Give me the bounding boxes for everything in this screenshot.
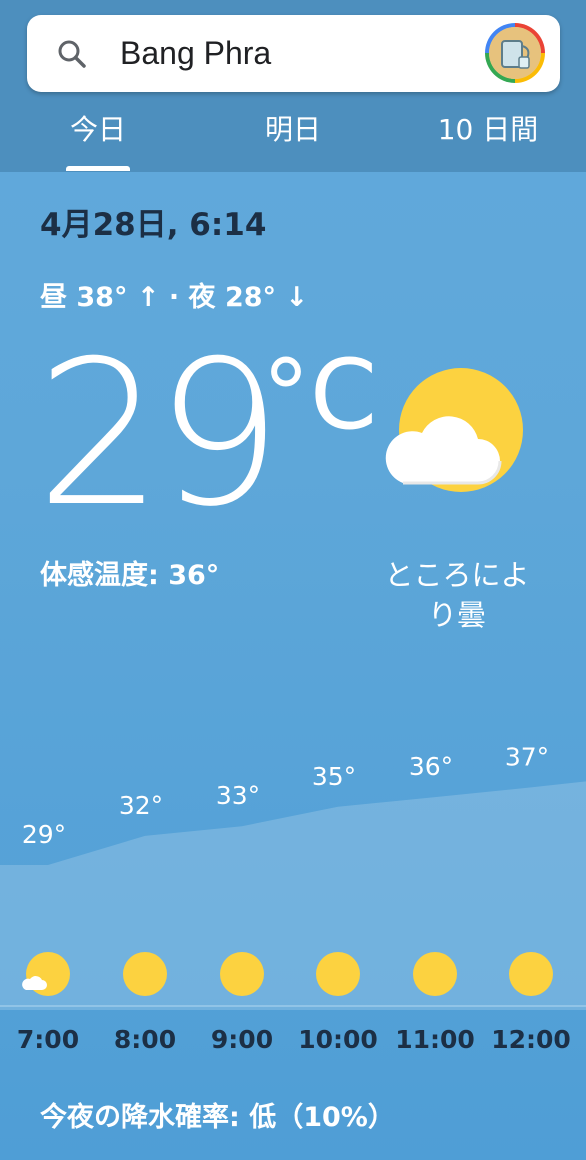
hourly-temp-label: 32°: [119, 791, 163, 820]
feels-like-label: 体感温度:: [40, 560, 159, 591]
top-bar: Bang Phra 今日 明日 10 日間: [0, 0, 586, 172]
hourly-time-label: 9:00: [211, 1025, 273, 1054]
tab-today[interactable]: 今日: [60, 110, 136, 150]
hourly-temp-label: 33°: [216, 781, 260, 810]
search-query[interactable]: Bang Phra: [120, 33, 271, 73]
tab-tomorrow[interactable]: 明日: [250, 110, 336, 150]
search-box[interactable]: Bang Phra: [27, 15, 560, 92]
temperature-area: [0, 781, 586, 1010]
hourly-forecast-chart: 29° 32° 33° 35° 36° 37°: [0, 742, 586, 1010]
sun-icon: [316, 952, 360, 996]
date-time: 4月28日, 6:14: [40, 207, 267, 243]
condition-text: ところにより曇: [384, 558, 530, 632]
hourly-times: 7:00 8:00 9:00 10:00 11:00 12:00: [17, 1025, 571, 1054]
tab-bar: 今日 明日 10 日間: [0, 100, 586, 172]
sun-icon: [413, 952, 457, 996]
hourly-time-label: 11:00: [395, 1025, 475, 1054]
avatar-image: [489, 27, 541, 79]
partly-cloudy-icon: [385, 368, 523, 492]
temperature-unit[interactable]: °C: [262, 345, 377, 445]
hourly-time-label: 7:00: [17, 1025, 79, 1054]
feels-like-value: 36°: [168, 560, 220, 591]
hourly-temp-label: 37°: [505, 742, 549, 771]
sun-icon: [123, 952, 167, 996]
hourly-time-label: 12:00: [491, 1025, 571, 1054]
hourly-temp-label: 36°: [409, 752, 453, 781]
hourly-time-label: 8:00: [114, 1025, 176, 1054]
hourly-time-label: 10:00: [298, 1025, 378, 1054]
hourly-temp-label: 35°: [312, 762, 356, 791]
feels-like: 体感温度: 36°: [40, 558, 219, 594]
high-low-temperature: 昼 38° ↑ · 夜 28° ↓: [40, 282, 309, 313]
avatar[interactable]: [485, 23, 545, 83]
search-icon[interactable]: [57, 39, 87, 69]
hourly-temp-label: 29°: [22, 820, 66, 849]
sun-icon: [220, 952, 264, 996]
sun-icon: [509, 952, 553, 996]
tab-10-days[interactable]: 10 日間: [430, 110, 546, 150]
precipitation-text: 今夜の降水確率: 低（10%）: [40, 1102, 395, 1133]
tab-selected-indicator: [66, 166, 130, 171]
current-temperature: 29: [36, 318, 282, 551]
